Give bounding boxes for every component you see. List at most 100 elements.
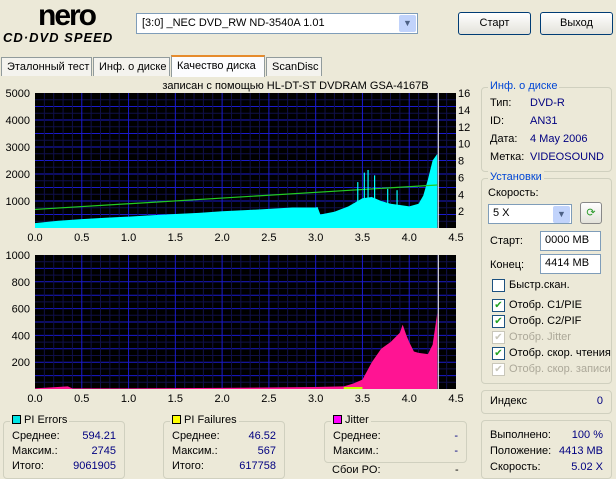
x-tick-label: 1.5: [168, 393, 183, 405]
y2-tick-label: 4: [458, 189, 464, 201]
type-label: Тип:: [490, 97, 512, 109]
checkmark-icon: ✔: [492, 363, 505, 376]
checkbox-label: Отобр. C2/PIF: [509, 315, 582, 327]
checkbox-label: Быстр.скан.: [509, 279, 570, 291]
id-label: ID:: [490, 115, 505, 127]
label-value: VIDEOSOUND: [530, 151, 604, 163]
x-tick-label: 3.5: [355, 393, 370, 405]
pi-failures-max: 567: [257, 445, 276, 457]
checkmark-icon: ✔: [492, 299, 505, 312]
pi-failures-low: [343, 386, 363, 389]
x-tick-label: 2.0: [214, 393, 229, 405]
end-input[interactable]: 4414 MB: [540, 254, 601, 274]
disc-info-title: Инф. о диске: [488, 80, 560, 92]
position-label: Положение:: [490, 445, 552, 457]
show-read-speed-checkbox[interactable]: ✔ Отобр. скор. чтения: [492, 347, 611, 363]
y-tick-label: 4000: [6, 115, 30, 127]
start-input[interactable]: 0000 MB: [540, 231, 601, 251]
refresh-icon[interactable]: ⟳: [580, 202, 602, 224]
x-tick-label: 4.5: [448, 393, 463, 405]
y2-tick-label: 14: [458, 105, 470, 117]
end-label: Конец:: [490, 259, 525, 271]
x-tick-label: 1.0: [121, 232, 136, 244]
tab-disc-quality[interactable]: Качество диска: [171, 55, 265, 77]
y-tick-label: 3000: [6, 142, 30, 154]
jitter-swatch: [333, 415, 342, 424]
y2-tick-label: 10: [458, 139, 470, 151]
x-tick-label: 4.5: [448, 232, 463, 244]
pi-failures-title: PI Failures: [184, 414, 237, 426]
chevron-down-icon[interactable]: ▼: [553, 206, 570, 223]
max-label: Максим.:: [333, 445, 379, 457]
x-tick-label: 4.0: [402, 232, 417, 244]
avg-label: Среднее:: [172, 430, 220, 442]
x-tick-label: 2.5: [261, 393, 276, 405]
pi-errors-max: 2745: [91, 445, 116, 457]
y-tick-label: 5000: [6, 88, 30, 100]
checkmark-icon: ✔: [492, 315, 505, 328]
po-failures-label: Сбои PO:: [332, 464, 381, 476]
x-tick-label: 3.5: [355, 232, 370, 244]
speed-label: Скорость:: [488, 187, 539, 199]
x-tick-label: 3.0: [308, 232, 323, 244]
checkmark-icon: ✔: [492, 347, 505, 360]
y-tick-label: 200: [12, 357, 30, 369]
show-jitter-checkbox: ✔ Отобр. Jitter: [492, 331, 571, 347]
date-value: 4 May 2006: [530, 133, 588, 145]
jitter-title: Jitter: [345, 414, 369, 426]
y2-tick-label: 12: [458, 122, 470, 134]
pi-errors-title: PI Errors: [24, 414, 68, 426]
checkbox-box: [492, 279, 505, 292]
x-tick-label: 0.5: [74, 393, 89, 405]
y2-tick-label: 8: [458, 156, 464, 168]
y-tick-label: 1000: [6, 250, 30, 262]
pi-errors-group: PI Errors Среднее: 594.21 Максим.: 2745 Ит…: [3, 414, 125, 479]
label-label: Метка:: [490, 151, 525, 163]
y-tick-label: 600: [12, 304, 30, 316]
max-label: Максим.:: [172, 445, 218, 457]
x-tick-label: 2.5: [261, 232, 276, 244]
x-tick-label: 0.5: [74, 232, 89, 244]
pi-errors-total: 9061905: [73, 460, 116, 472]
pi-failures-total: 617758: [239, 460, 276, 472]
checkbox-label: Отобр. скор. записи: [509, 363, 611, 375]
done-value: 100 %: [571, 429, 603, 441]
chart-title: записан с помощью HL-DT-ST DVDRAM GSA-41…: [162, 80, 428, 92]
y-tick-label: 800: [12, 277, 30, 289]
start-label: Старт:: [490, 235, 523, 247]
quick-scan-checkbox[interactable]: Быстр.скан.: [492, 279, 570, 295]
speed-label: Скорость:: [490, 461, 541, 473]
show-pif-checkbox[interactable]: ✔ Отобр. C2/PIF: [492, 315, 581, 331]
y2-tick-label: 2: [458, 206, 464, 218]
x-tick-label: 2.0: [214, 232, 229, 244]
pi-failures-avg: 46.52: [248, 430, 276, 442]
position-value: 4413 MB: [558, 445, 603, 457]
exit-button[interactable]: Выход: [540, 12, 613, 35]
x-tick-label: 0.0: [27, 232, 42, 244]
pi-errors-avg: 594.21: [82, 430, 116, 442]
speed-value: 5 X: [493, 207, 510, 219]
checkbox-label: Отобр. C1/PIE: [509, 299, 582, 311]
x-tick-label: 1.5: [168, 232, 183, 244]
avg-label: Среднее:: [333, 430, 381, 442]
x-tick-label: 4.0: [402, 393, 417, 405]
y2-tick-label: 6: [458, 172, 464, 184]
show-pie-checkbox[interactable]: ✔ Отобр. C1/PIE: [492, 299, 582, 315]
pi-errors-swatch: [12, 415, 21, 424]
total-label: Итого:: [12, 460, 44, 472]
jitter-avg: -: [454, 430, 458, 442]
x-tick-label: 0.0: [27, 393, 42, 405]
checkmark-icon: ✔: [492, 331, 505, 344]
type-value: DVD-R: [530, 97, 565, 109]
checkbox-label: Отобр. Jitter: [509, 331, 571, 343]
jitter-group: Jitter Среднее: - Максим.: -: [324, 414, 467, 463]
y-tick-label: 2000: [6, 169, 30, 181]
settings-group: Установки Скорость: 5 X ▼ ⟳ Старт: 0000 M…: [481, 171, 612, 384]
po-failures-value: -: [455, 464, 459, 476]
speed-select[interactable]: 5 X ▼: [488, 204, 572, 224]
total-label: Итого:: [172, 460, 204, 472]
pi-failures-swatch: [172, 415, 181, 424]
max-label: Максим.:: [12, 445, 58, 457]
progress-group: Выполнено: 100 % Положение: 4413 MB Скорос…: [481, 420, 612, 479]
y2-tick-label: 16: [458, 88, 470, 100]
